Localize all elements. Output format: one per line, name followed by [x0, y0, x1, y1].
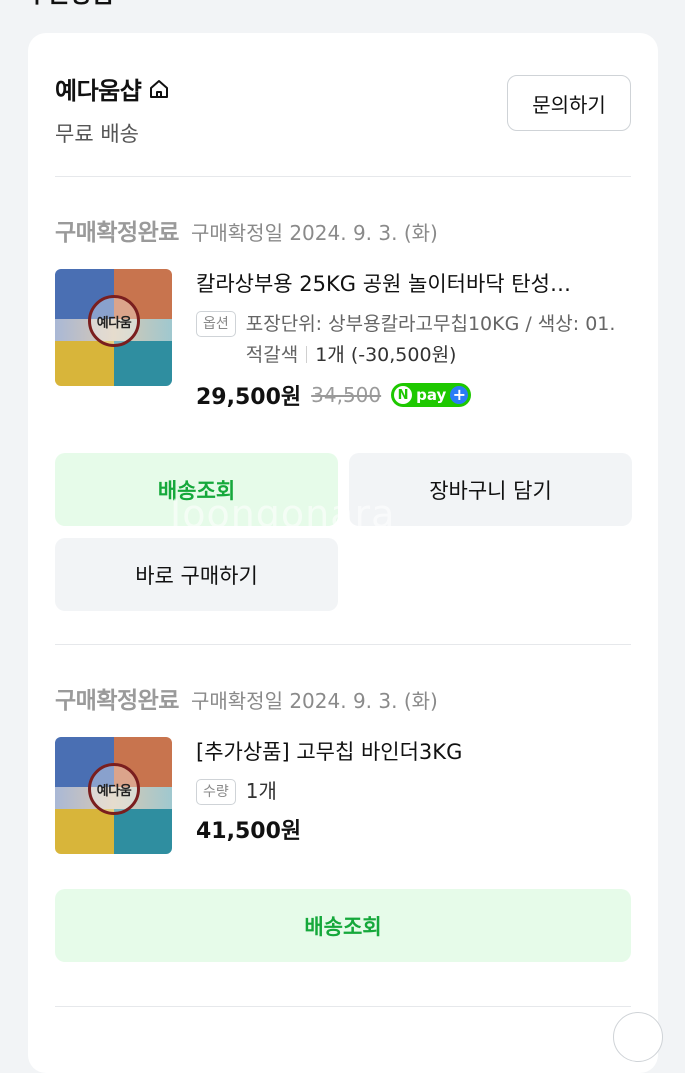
logo-text: 예다움 — [96, 783, 132, 799]
product-row[interactable]: 예다움 칼라상부용 25KG 공원 놀이터바닥 탄성… 옵션 포장단위: 상부용… — [55, 269, 631, 419]
shop-name[interactable]: 예다움샵 — [55, 71, 142, 106]
npay-plus-badge: N pay + — [391, 383, 472, 407]
original-price: 34,500 — [311, 383, 382, 407]
order-item: 구매확정완료 구매확정일 2024. 9. 3. (화) 예다움 [추가상품] … — [55, 681, 631, 887]
product-thumbnail[interactable]: 예다움 — [55, 269, 172, 386]
option-text: 포장단위: 상부용칼라고무칩10KG / 색상: 01.적갈색 1개 (-30,5… — [246, 309, 631, 371]
product-row[interactable]: 예다움 [추가상품] 고무칩 바인더3KG 수량 1개 41,500원 — [55, 737, 631, 887]
option-badge: 옵션 — [196, 311, 236, 337]
divider — [55, 1006, 631, 1007]
option-row: 수량 1개 — [196, 777, 631, 805]
confirm-date: 구매확정일 2024. 9. 3. (화) — [190, 221, 438, 245]
quantity-badge: 수량 — [196, 779, 236, 805]
price: 41,500원 — [196, 819, 302, 844]
separator — [306, 346, 308, 363]
price-row: 41,500원 — [196, 813, 631, 845]
product-info: 칼라상부용 25KG 공원 놀이터바닥 탄성… 옵션 포장단위: 상부용칼라고무… — [196, 269, 631, 411]
divider — [55, 644, 631, 645]
product-title[interactable]: [추가상품] 고무칩 바인더3KG — [196, 737, 631, 767]
order-status: 구매확정완료 — [55, 688, 179, 714]
shop-logo-image: 예다움 — [88, 295, 140, 347]
scroll-top-button[interactable] — [613, 1012, 663, 1062]
section-title: 주문상품 — [26, 0, 114, 9]
confirm-date: 구매확정일 2024. 9. 3. (화) — [190, 689, 438, 713]
order-card: 예다움샵 무료 배송 문의하기 구매확정완료 구매확정일 2024. 9. 3.… — [28, 33, 658, 1073]
track-delivery-button[interactable]: 배송조회 — [55, 453, 338, 526]
status-row: 구매확정완료 구매확정일 2024. 9. 3. (화) — [55, 213, 631, 247]
option-row: 옵션 포장단위: 상부용칼라고무칩10KG / 색상: 01.적갈색 1개 (-3… — [196, 309, 631, 371]
buy-now-button[interactable]: 바로 구매하기 — [55, 538, 338, 611]
price-row: 29,500원 34,500 N pay + — [196, 379, 631, 411]
status-row: 구매확정완료 구매확정일 2024. 9. 3. (화) — [55, 681, 631, 715]
divider — [55, 176, 631, 177]
inquiry-button[interactable]: 문의하기 — [507, 75, 631, 131]
product-info: [추가상품] 고무칩 바인더3KG 수량 1개 41,500원 — [196, 737, 631, 845]
npay-n-icon: N — [394, 386, 413, 404]
order-status: 구매확정완료 — [55, 220, 179, 246]
product-title[interactable]: 칼라상부용 25KG 공원 놀이터바닥 탄성… — [196, 269, 631, 299]
option-quantity: 1개 (-30,500원) — [315, 344, 457, 366]
npay-text: pay — [416, 386, 447, 404]
shop-header: 예다움샵 무료 배송 문의하기 — [55, 71, 631, 181]
product-thumbnail[interactable]: 예다움 — [55, 737, 172, 854]
price: 29,500원 — [196, 385, 302, 410]
home-icon[interactable] — [147, 77, 171, 101]
add-to-cart-button[interactable]: 장바구니 담기 — [349, 453, 632, 526]
plus-icon: + — [450, 386, 469, 404]
track-delivery-button[interactable]: 배송조회 — [55, 889, 631, 962]
order-item: 구매확정완료 구매확정일 2024. 9. 3. (화) 예다움 칼라상부용 2… — [55, 213, 631, 419]
shop-logo-image: 예다움 — [88, 763, 140, 815]
option-quantity: 1개 — [245, 779, 277, 803]
logo-text: 예다움 — [96, 315, 132, 331]
